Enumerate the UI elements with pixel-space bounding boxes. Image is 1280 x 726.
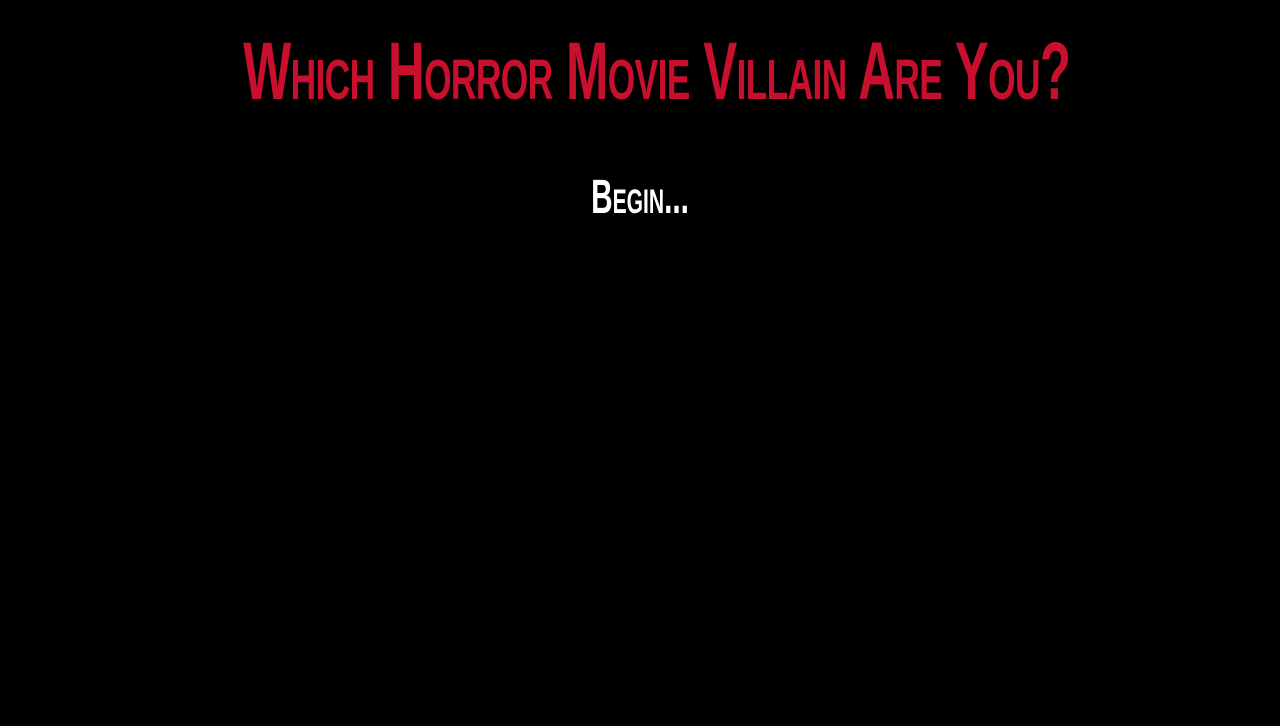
page-title: Which Horror Movie Villain Are You?	[243, 26, 1071, 117]
quiz-start-page: Which Horror Movie Villain Are You? Begi…	[0, 0, 1280, 726]
begin-button[interactable]: Begin...	[590, 170, 689, 226]
